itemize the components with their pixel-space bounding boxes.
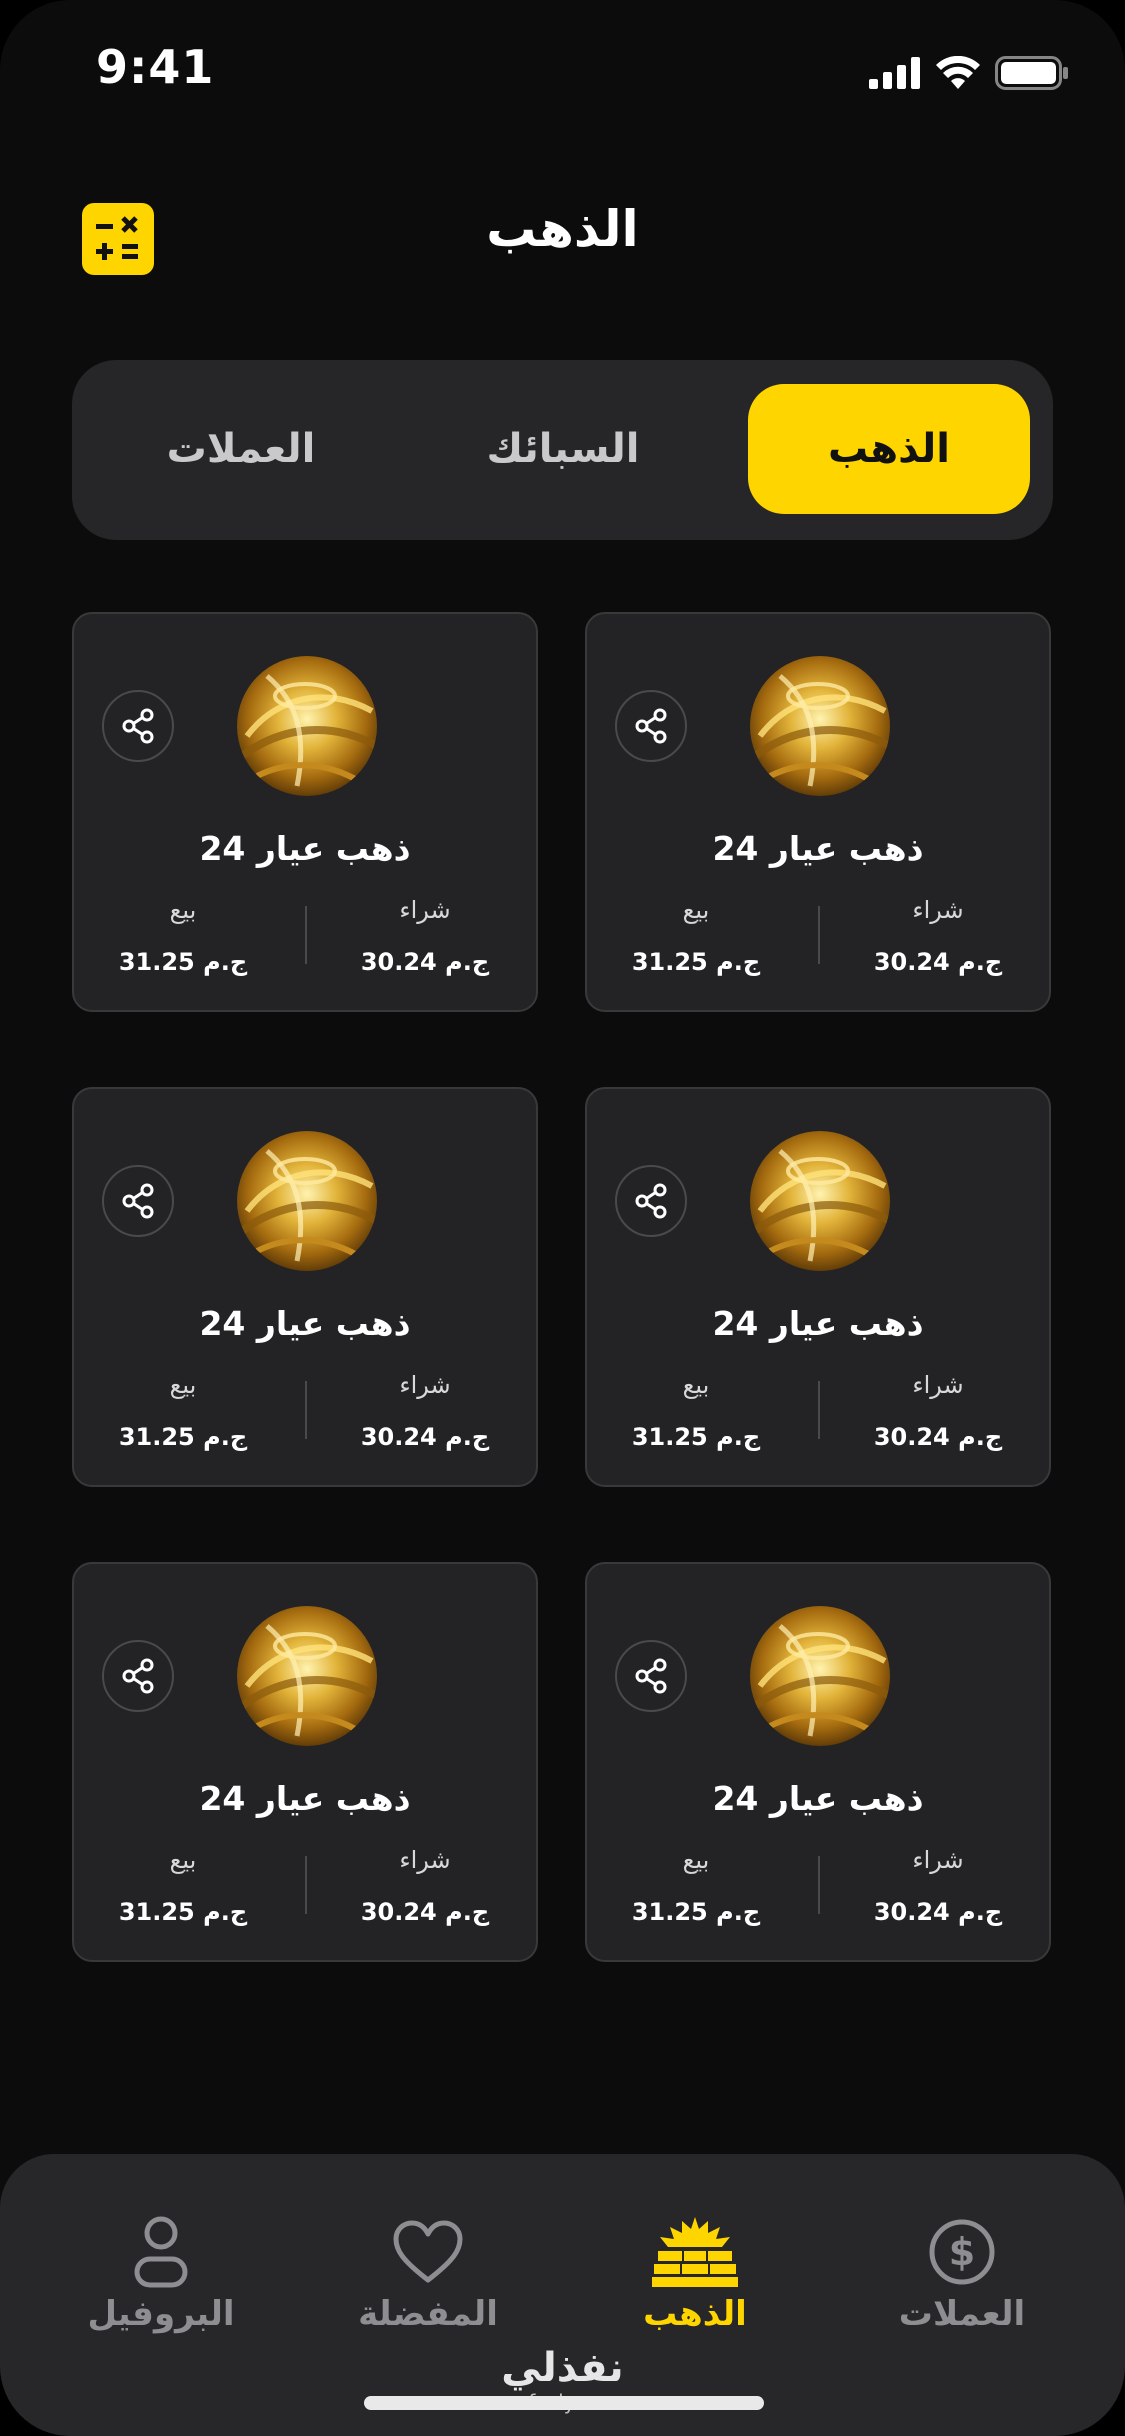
price-divider [818,1381,820,1439]
nav-label: البروفيل [87,2294,235,2334]
card-title: ذهب عيار 24 [199,1304,411,1343]
status-icons [869,56,1069,90]
share-icon [635,1658,667,1694]
tab-bullion[interactable]: السبائك [422,384,704,514]
cellular-signal-icon [869,57,920,89]
share-button[interactable] [102,1165,174,1237]
gold-jewelry-image [750,656,890,796]
sell-price: 31.25 ج.م [631,1423,761,1451]
nav-item-favorites[interactable]: المفضلة [308,2212,548,2342]
gold-jewelry-image [237,1606,377,1746]
share-button[interactable] [615,1165,687,1237]
dollar-coin-icon: $ [929,2219,995,2285]
sell-price: 31.25 ج.م [631,1898,761,1926]
share-icon [122,708,154,744]
price-divider [818,906,820,964]
buy-label: شراء [399,1371,451,1399]
page-title: الذهب [486,200,639,258]
sell-label: بيع [682,1846,710,1874]
wifi-icon [936,56,980,89]
nav-label: المفضلة [358,2294,498,2334]
price-card[interactable]: ذهب عيار 24 شراء بيع 30.24 ج.م 31.25 ج.م [585,612,1051,1012]
buy-price: 30.24 ج.م [360,1898,490,1926]
screen: 9:41 الذهب الذهب السبائك العملات ذهب عيا… [0,0,1125,2436]
nav-label: الذهب [643,2294,747,2334]
price-card[interactable]: ذهب عيار 24 شراء بيع 30.24 ج.م 31.25 ج.م [72,1087,538,1487]
sell-label: بيع [682,1371,710,1399]
price-divider [305,906,307,964]
tab-gold[interactable]: الذهب [748,384,1030,514]
status-time: 9:41 [96,40,215,94]
share-button[interactable] [102,1640,174,1712]
gold-jewelry-image [237,656,377,796]
buy-label: شراء [399,1846,451,1874]
price-card[interactable]: ذهب عيار 24 شراء بيع 30.24 ج.م 31.25 ج.م [585,1562,1051,1962]
sell-price: 31.25 ج.م [118,1898,248,1926]
sell-price: 31.25 ج.م [631,948,761,976]
buy-price: 30.24 ج.م [360,948,490,976]
share-icon [122,1183,154,1219]
card-title: ذهب عيار 24 [199,1779,411,1818]
buy-label: شراء [912,1846,964,1874]
buy-price: 30.24 ج.م [360,1423,490,1451]
share-icon [122,1658,154,1694]
user-icon [134,2216,188,2288]
heart-icon [393,2220,463,2283]
buy-price: 30.24 ج.م [873,948,1003,976]
price-card[interactable]: ذهب عيار 24 شراء بيع 30.24 ج.م 31.25 ج.م [585,1087,1051,1487]
battery-icon [995,56,1068,90]
sell-label: بيع [682,896,710,924]
gold-jewelry-image [750,1131,890,1271]
gold-bars-icon [652,2217,738,2287]
sell-label: بيع [169,1371,197,1399]
nav-item-profile[interactable]: البروفيل [41,2212,281,2342]
price-card[interactable]: ذهب عيار 24 شراء بيع 30.24 ج.م 31.25 ج.م [72,612,538,1012]
sell-label: بيع [169,1846,197,1874]
card-title: ذهب عيار 24 [199,829,411,868]
share-button[interactable] [102,690,174,762]
card-title: ذهب عيار 24 [712,1304,924,1343]
share-icon [635,708,667,744]
watermark-logo: نفذلي [501,2345,624,2391]
buy-price: 30.24 ج.م [873,1423,1003,1451]
price-divider [305,1856,307,1914]
price-divider [305,1381,307,1439]
share-button[interactable] [615,1640,687,1712]
nav-label: العملات [898,2294,1026,2334]
share-button[interactable] [615,690,687,762]
tab-currencies[interactable]: العملات [100,384,382,514]
category-tabs: الذهب السبائك العملات [72,360,1053,540]
gold-jewelry-image [237,1131,377,1271]
card-title: ذهب عيار 24 [712,1779,924,1818]
share-icon [635,1183,667,1219]
nav-item-currencies[interactable]: $ العملات [842,2212,1082,2342]
price-divider [818,1856,820,1914]
sell-label: بيع [169,896,197,924]
home-indicator[interactable] [364,2396,764,2410]
buy-label: شراء [399,896,451,924]
buy-price: 30.24 ج.م [873,1898,1003,1926]
buy-label: شراء [912,896,964,924]
buy-label: شراء [912,1371,964,1399]
sell-price: 31.25 ج.م [118,1423,248,1451]
price-card[interactable]: ذهب عيار 24 شراء بيع 30.24 ج.م 31.25 ج.م [72,1562,538,1962]
card-title: ذهب عيار 24 [712,829,924,868]
gold-jewelry-image [750,1606,890,1746]
svg-text:$: $ [949,2230,975,2274]
nav-item-gold[interactable]: الذهب [575,2212,815,2342]
sell-price: 31.25 ج.م [118,948,248,976]
